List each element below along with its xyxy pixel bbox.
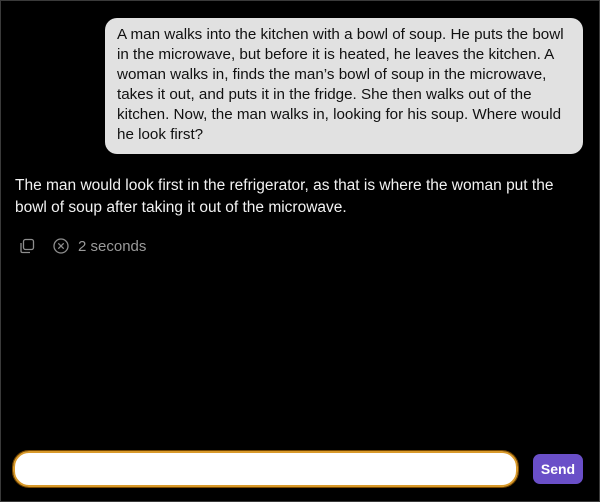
assistant-message: The man would look first in the refriger… (15, 175, 585, 219)
chat-window: A man walks into the kitchen with a bowl… (0, 0, 600, 502)
message-meta-row: 2 seconds (18, 236, 146, 256)
copy-icon[interactable] (18, 237, 36, 255)
stop-circle-x-icon[interactable] (52, 237, 70, 255)
assistant-message-text: The man would look first in the refriger… (15, 177, 554, 216)
response-time-label: 2 seconds (78, 237, 147, 255)
composer: Send (12, 450, 589, 488)
user-message-text: A man walks into the kitchen with a bowl… (117, 26, 564, 143)
user-message-bubble: A man walks into the kitchen with a bowl… (105, 18, 583, 154)
send-button[interactable]: Send (533, 454, 583, 484)
message-input[interactable] (12, 450, 519, 488)
